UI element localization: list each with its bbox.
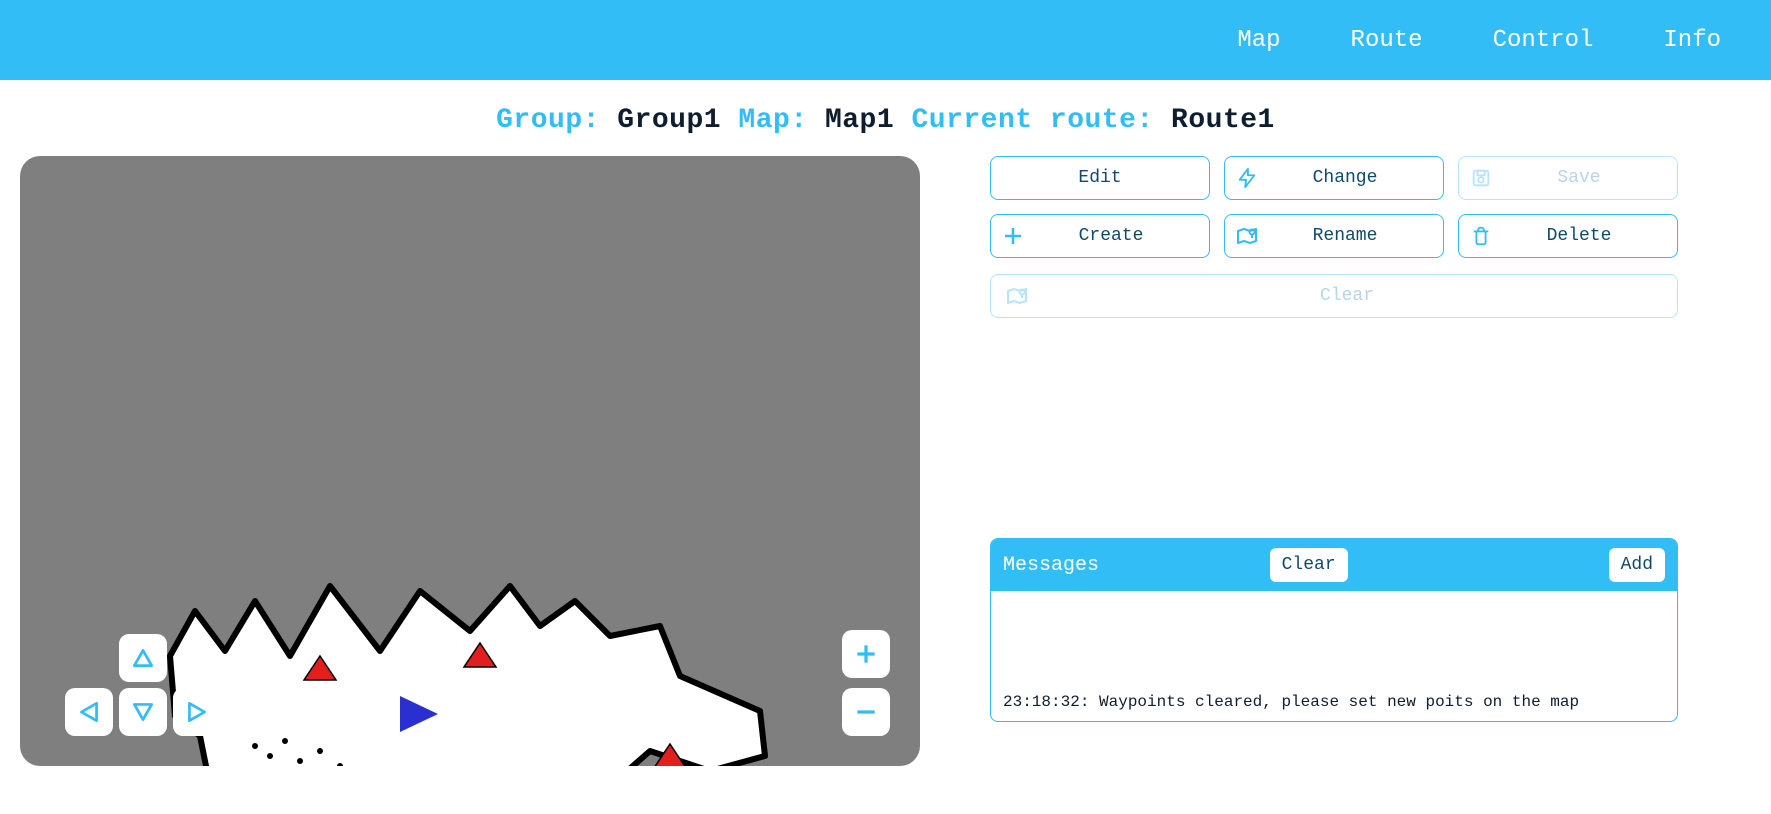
save-icon: [1459, 167, 1503, 189]
triangle-right-icon: [184, 699, 210, 725]
triangle-down-icon: [130, 699, 156, 725]
clear-route-button: Clear: [990, 274, 1678, 318]
status-route-val: Route1: [1171, 105, 1275, 136]
edit-button[interactable]: Edit: [990, 156, 1210, 200]
dpad: [65, 634, 221, 736]
zoom-in-button[interactable]: [842, 630, 890, 678]
trash-icon: [1459, 225, 1503, 247]
top-nav: Map Route Control Info: [0, 0, 1771, 80]
status-map-val: Map1: [825, 105, 894, 136]
lightning-icon: [1225, 167, 1269, 189]
map-pin-icon: [1225, 224, 1269, 248]
messages-clear-button[interactable]: Clear: [1270, 548, 1348, 582]
action-buttons: Edit Change Save Create: [990, 156, 1751, 258]
rename-label: Rename: [1269, 226, 1443, 246]
delete-label: Delete: [1503, 226, 1677, 246]
triangle-up-icon: [130, 645, 156, 671]
messages-title: Messages: [1003, 554, 1099, 577]
status-route-key: Current route:: [911, 105, 1153, 136]
messages-header: Messages Clear Add: [991, 539, 1677, 591]
create-button[interactable]: Create: [990, 214, 1210, 258]
plus-icon: [853, 641, 879, 667]
map-icon: [991, 284, 1043, 308]
change-button[interactable]: Change: [1224, 156, 1444, 200]
rename-button[interactable]: Rename: [1224, 214, 1444, 258]
zoom-out-button[interactable]: [842, 688, 890, 736]
minus-icon: [853, 699, 879, 725]
nav-map[interactable]: Map: [1237, 27, 1280, 54]
clear-label: Clear: [1043, 286, 1677, 306]
status-group-key: Group:: [496, 105, 600, 136]
edit-label: Edit: [991, 168, 1209, 188]
save-label: Save: [1503, 168, 1677, 188]
nav-route[interactable]: Route: [1351, 27, 1423, 54]
map-canvas[interactable]: [20, 156, 920, 766]
dpad-down-button[interactable]: [119, 688, 167, 736]
dpad-right-button[interactable]: [173, 688, 221, 736]
create-label: Create: [1035, 226, 1209, 246]
zoom-controls: [842, 630, 890, 736]
status-line: Group: Group1 Map: Map1 Current route: R…: [0, 105, 1771, 136]
status-group-val: Group1: [617, 105, 721, 136]
status-map-key: Map:: [738, 105, 807, 136]
message-log-line: 23:18:32: Waypoints cleared, please set …: [1003, 693, 1665, 711]
save-button: Save: [1458, 156, 1678, 200]
messages-add-button[interactable]: Add: [1609, 548, 1665, 582]
delete-button[interactable]: Delete: [1458, 214, 1678, 258]
nav-control[interactable]: Control: [1493, 27, 1594, 54]
nav-info[interactable]: Info: [1663, 27, 1721, 54]
messages-body: 23:18:32: Waypoints cleared, please set …: [991, 591, 1677, 721]
dpad-left-button[interactable]: [65, 688, 113, 736]
triangle-left-icon: [76, 699, 102, 725]
plus-icon: [991, 224, 1035, 248]
dpad-up-button[interactable]: [119, 634, 167, 682]
change-label: Change: [1269, 168, 1443, 188]
messages-panel: Messages Clear Add 23:18:32: Waypoints c…: [990, 538, 1678, 722]
